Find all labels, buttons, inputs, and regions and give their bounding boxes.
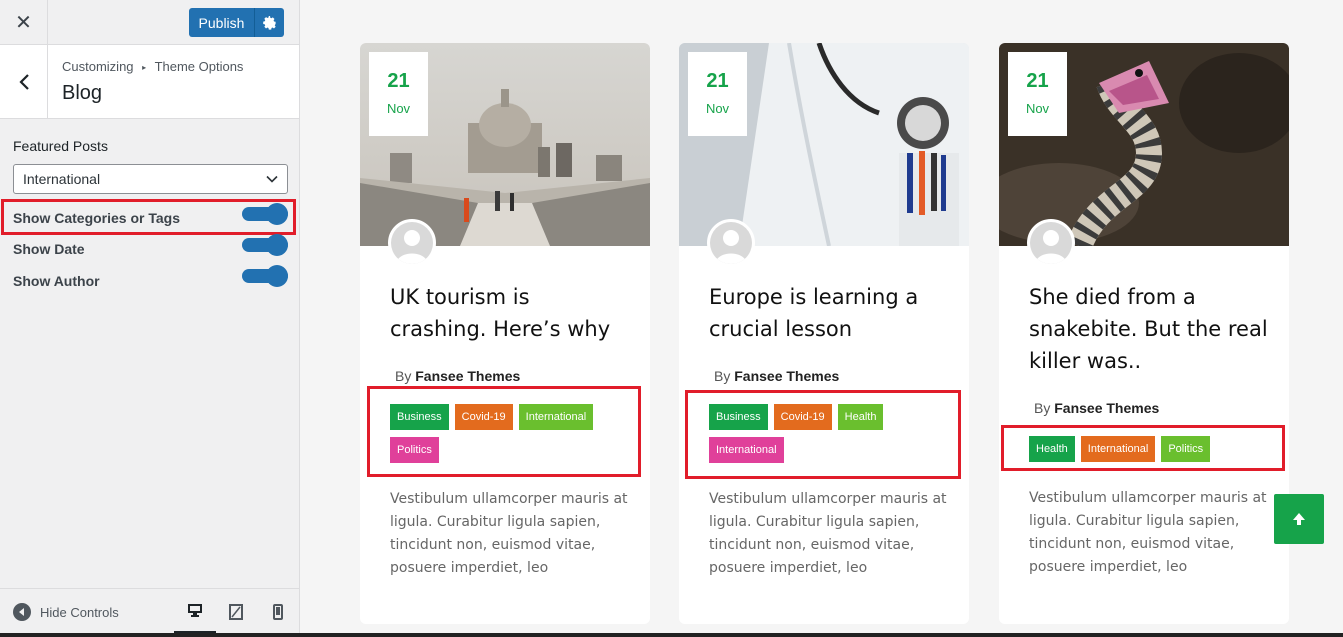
collapse-icon bbox=[13, 603, 31, 621]
breadcrumb-parent: Theme Options bbox=[154, 59, 244, 74]
post-date-day: 21 bbox=[387, 70, 410, 92]
post-date-day: 21 bbox=[706, 70, 729, 92]
customizer-sidebar: ✕ Publish Customizing ▸ Theme Options Bl… bbox=[0, 0, 300, 637]
post-byline: By Fansee Themes bbox=[714, 368, 839, 384]
post-date-month: Nov bbox=[386, 101, 411, 116]
back-to-top-button[interactable] bbox=[1274, 494, 1324, 544]
post-title[interactable]: Europe is learning a crucial lesson bbox=[709, 281, 949, 345]
post-date-badge: 21 Nov bbox=[688, 52, 747, 136]
back-button[interactable] bbox=[0, 45, 48, 118]
gear-icon bbox=[262, 15, 276, 30]
featured-posts-value: International bbox=[23, 171, 101, 187]
post-date-month: Nov bbox=[705, 101, 730, 116]
show-categories-toggle[interactable] bbox=[242, 203, 288, 225]
preview-tablet-button[interactable] bbox=[215, 589, 257, 635]
byline-prefix: By bbox=[395, 368, 412, 384]
post-title[interactable]: She died from a snakebite. But the real … bbox=[1029, 281, 1269, 377]
publish-settings-button[interactable] bbox=[254, 8, 284, 37]
post-image[interactable]: 21 Nov bbox=[360, 43, 650, 246]
tag-international[interactable]: International bbox=[709, 437, 784, 463]
toggle-knob bbox=[266, 265, 288, 287]
tag-politics[interactable]: Politics bbox=[390, 437, 439, 463]
tablet-icon bbox=[229, 604, 243, 620]
section-title: Blog bbox=[62, 82, 103, 104]
post-image[interactable]: 21 Nov bbox=[999, 43, 1289, 246]
preview-mobile-button[interactable] bbox=[257, 589, 299, 635]
tag-covid-19[interactable]: Covid-19 bbox=[454, 404, 513, 430]
post-date-day: 21 bbox=[1026, 70, 1049, 92]
post-excerpt: Vestibulum ullamcorper mauris at ligula.… bbox=[390, 491, 628, 576]
post-title[interactable]: UK tourism is crashing. Here’s why bbox=[390, 281, 630, 345]
mobile-icon bbox=[273, 604, 283, 620]
show-date-label: Show Date bbox=[13, 241, 85, 257]
tag-politics[interactable]: Politics bbox=[1161, 436, 1211, 462]
chevron-left-icon bbox=[18, 73, 29, 90]
breadcrumb-separator: ▸ bbox=[142, 63, 147, 72]
desktop-icon bbox=[188, 604, 202, 617]
post-author[interactable]: Fansee Themes bbox=[734, 368, 839, 384]
customizer-footer: Hide Controls bbox=[0, 588, 299, 637]
post-date-badge: 21 Nov bbox=[1008, 52, 1067, 136]
show-author-label: Show Author bbox=[13, 273, 100, 289]
customizer-header: ✕ Publish bbox=[0, 0, 299, 45]
user-icon bbox=[391, 222, 433, 264]
section-header: Customizing ▸ Theme Options Blog bbox=[0, 45, 299, 119]
post-excerpt: Vestibulum ullamcorper mauris at ligula.… bbox=[1029, 490, 1267, 575]
user-icon bbox=[1030, 222, 1072, 264]
post-byline: By Fansee Themes bbox=[395, 368, 520, 384]
close-customizer-button[interactable]: ✕ bbox=[0, 0, 48, 44]
tag-business[interactable]: Business bbox=[709, 404, 768, 430]
window-bottom-edge bbox=[0, 633, 1343, 637]
user-icon bbox=[710, 222, 752, 264]
breadcrumb: Customizing ▸ Theme Options bbox=[62, 59, 243, 74]
featured-posts-select[interactable]: International bbox=[13, 164, 288, 194]
breadcrumb-root: Customizing bbox=[62, 59, 134, 74]
post-card: 21 Nov She died from a snakebite. But th… bbox=[999, 43, 1289, 624]
tag-business[interactable]: Business bbox=[390, 404, 449, 430]
post-byline: By Fansee Themes bbox=[1034, 400, 1159, 416]
post-tags: Business Covid-19 International Politics bbox=[390, 404, 620, 463]
featured-posts-label: Featured Posts bbox=[13, 138, 108, 154]
post-author[interactable]: Fansee Themes bbox=[415, 368, 520, 384]
post-author[interactable]: Fansee Themes bbox=[1054, 400, 1159, 416]
author-avatar[interactable] bbox=[388, 219, 436, 267]
post-date-month: Nov bbox=[1025, 101, 1050, 116]
preview-desktop-button[interactable] bbox=[174, 589, 216, 635]
toggle-knob bbox=[266, 234, 288, 256]
post-tags: Health International Politics bbox=[1029, 436, 1259, 462]
toggle-knob bbox=[266, 203, 288, 225]
publish-label: Publish bbox=[198, 14, 245, 31]
post-image[interactable]: 21 Nov bbox=[679, 43, 969, 246]
publish-button[interactable]: Publish bbox=[189, 8, 284, 37]
post-excerpt: Vestibulum ullamcorper mauris at ligula.… bbox=[709, 491, 947, 576]
author-avatar[interactable] bbox=[707, 219, 755, 267]
show-author-toggle[interactable] bbox=[242, 265, 288, 287]
hide-controls-button[interactable]: Hide Controls bbox=[13, 603, 119, 621]
tag-health[interactable]: Health bbox=[837, 404, 884, 430]
arrow-up-icon bbox=[1293, 513, 1305, 525]
post-card: 21 Nov UK tourism is crashing. Here’s wh… bbox=[360, 43, 650, 624]
show-date-toggle[interactable] bbox=[242, 234, 288, 256]
tag-international[interactable]: International bbox=[518, 404, 594, 430]
post-date-badge: 21 Nov bbox=[369, 52, 428, 136]
post-tags: Business Covid-19 Health International bbox=[709, 404, 939, 463]
close-icon: ✕ bbox=[15, 11, 32, 34]
byline-prefix: By bbox=[714, 368, 731, 384]
tag-covid-19[interactable]: Covid-19 bbox=[773, 404, 832, 430]
show-categories-label: Show Categories or Tags bbox=[13, 210, 180, 226]
chevron-down-icon bbox=[266, 175, 278, 183]
hide-controls-label: Hide Controls bbox=[40, 604, 119, 620]
post-card: 21 Nov Europe is learning a crucial less… bbox=[679, 43, 969, 624]
byline-prefix: By bbox=[1034, 400, 1051, 416]
tag-health[interactable]: Health bbox=[1029, 436, 1075, 462]
tag-international[interactable]: International bbox=[1080, 436, 1156, 462]
author-avatar[interactable] bbox=[1027, 219, 1075, 267]
